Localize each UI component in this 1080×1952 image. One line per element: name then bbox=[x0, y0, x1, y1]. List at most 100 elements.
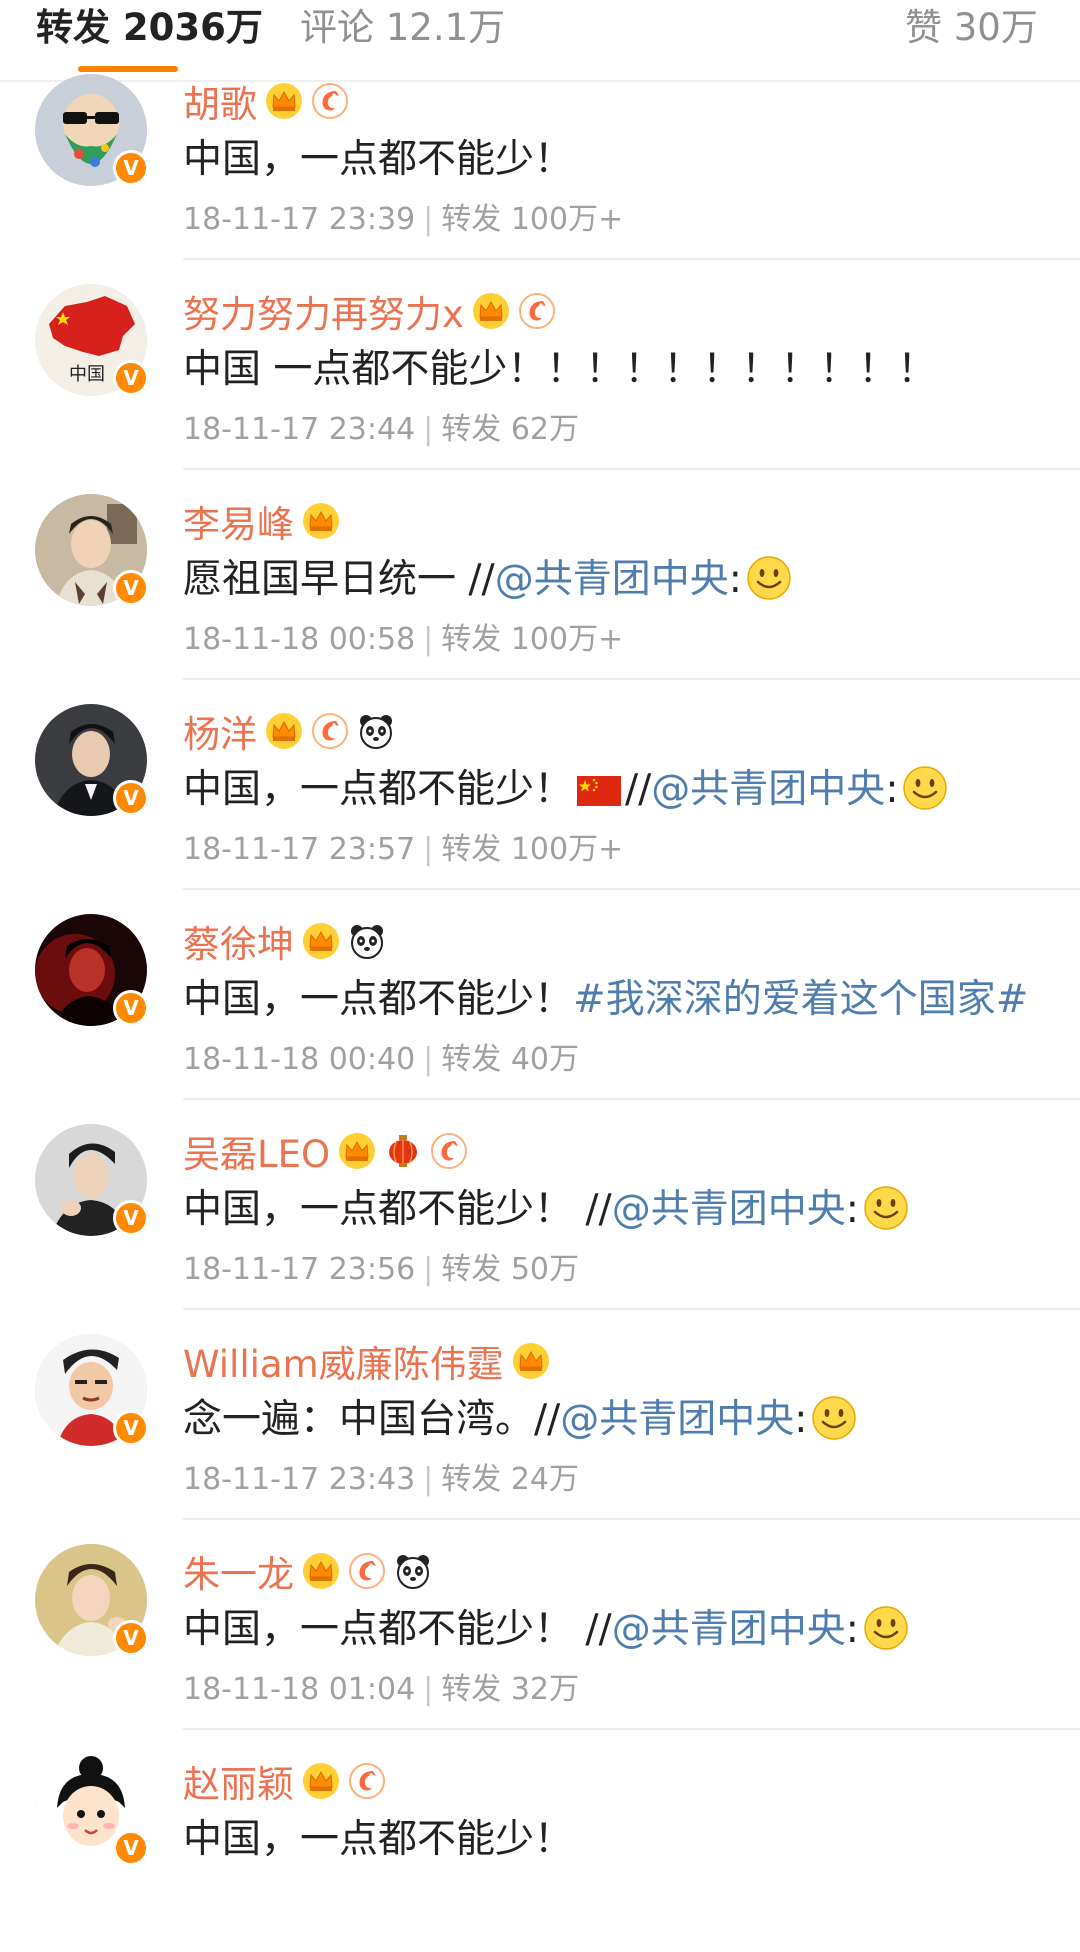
panda-icon bbox=[357, 712, 395, 750]
divider bbox=[183, 468, 1080, 470]
repost-count: 转发 62万 bbox=[441, 412, 579, 447]
panda-icon bbox=[348, 922, 386, 960]
divider bbox=[183, 888, 1080, 890]
repost-count: 转发 40万 bbox=[441, 1042, 579, 1077]
meta-separator: | bbox=[423, 1252, 434, 1287]
repost-date: 18-11-17 23:39 bbox=[183, 202, 416, 237]
meta-separator: | bbox=[423, 622, 434, 657]
crown-icon bbox=[302, 502, 340, 540]
verified-badge-icon: V bbox=[113, 780, 149, 816]
repost-count: 转发 50万 bbox=[441, 1252, 579, 1287]
avatar[interactable]: V bbox=[35, 494, 149, 606]
crown-icon bbox=[472, 292, 510, 330]
repost-text: 中国，一点都不能少！ //@共青团中央: bbox=[183, 1602, 909, 1658]
repost-count: 转发 32万 bbox=[441, 1672, 579, 1707]
list-item[interactable]: V 胡歌 中国，一点都不能少！ 18-11-17 23:39 | 转发 100万+ bbox=[0, 62, 1080, 272]
user-name[interactable]: 李易峰 bbox=[183, 494, 294, 548]
avatar[interactable]: V bbox=[35, 1334, 149, 1446]
mention-link[interactable]: @共青团中央 bbox=[495, 557, 729, 602]
list-item[interactable]: V 蔡徐坤 中国，一点都不能少！#我深深的爱着这个国家# 18-11-18 00… bbox=[0, 902, 1080, 1112]
repost-text: 中国，一点都不能少！#我深深的爱着这个国家# bbox=[183, 977, 1029, 1022]
avatar[interactable]: V bbox=[35, 74, 149, 186]
shrimp-icon bbox=[348, 1552, 386, 1590]
avatar[interactable]: V bbox=[35, 704, 149, 816]
repost-meta: 18-11-17 23:39 | 转发 100万+ bbox=[183, 200, 623, 240]
list-item[interactable]: V 赵丽颖 中国，一点都不能少！ bbox=[0, 1742, 1080, 1952]
verified-badge-icon: V bbox=[113, 1200, 149, 1236]
smile-emoji-icon bbox=[902, 765, 948, 811]
user-name[interactable]: 胡歌 bbox=[183, 74, 257, 128]
repost-text: 中国，一点都不能少！ bbox=[183, 137, 574, 182]
divider bbox=[183, 1308, 1080, 1310]
shrimp-icon bbox=[348, 1762, 386, 1800]
avatar[interactable]: 中国 V bbox=[35, 284, 149, 396]
list-item[interactable]: 中国 V 努力努力再努力x 中国 一点都不能少！！！！！！！！！！！ 18-11… bbox=[0, 272, 1080, 482]
smile-emoji-icon bbox=[811, 1395, 857, 1441]
repost-date: 18-11-17 23:44 bbox=[183, 412, 416, 447]
repost-meta: 18-11-18 01:04 | 转发 32万 bbox=[183, 1670, 579, 1710]
crown-icon bbox=[302, 1762, 340, 1800]
user-name[interactable]: 朱一龙 bbox=[183, 1544, 294, 1598]
china-flag-icon bbox=[577, 776, 621, 806]
lantern-icon bbox=[384, 1132, 422, 1170]
meta-separator: | bbox=[423, 412, 434, 447]
repost-count: 转发 100万+ bbox=[441, 202, 624, 237]
repost-date: 18-11-18 00:58 bbox=[183, 622, 416, 657]
repost-count: 转发 24万 bbox=[441, 1462, 579, 1497]
shrimp-icon bbox=[311, 712, 349, 750]
crown-icon bbox=[302, 1552, 340, 1590]
shrimp-icon bbox=[518, 292, 556, 330]
repost-meta: 18-11-17 23:57 | 转发 100万+ bbox=[183, 830, 623, 870]
repost-meta: 18-11-17 23:56 | 转发 50万 bbox=[183, 1250, 579, 1290]
smile-emoji-icon bbox=[746, 555, 792, 601]
hashtag-link[interactable]: #我深深的爱着这个国家# bbox=[573, 977, 1028, 1022]
user-name[interactable]: 努力努力再努力x bbox=[183, 284, 464, 338]
mention-link[interactable]: @共青团中央 bbox=[612, 1187, 846, 1232]
avatar[interactable]: V bbox=[35, 1544, 149, 1656]
meta-separator: | bbox=[423, 1042, 434, 1077]
user-name[interactable]: 吴磊LEO bbox=[183, 1124, 330, 1178]
verified-badge-icon: V bbox=[113, 150, 149, 186]
repost-date: 18-11-17 23:57 bbox=[183, 832, 416, 867]
repost-meta: 18-11-17 23:44 | 转发 62万 bbox=[183, 410, 579, 450]
divider bbox=[183, 678, 1080, 680]
mention-link[interactable]: @共青团中央 bbox=[651, 767, 885, 812]
repost-count: 转发 100万+ bbox=[441, 832, 624, 867]
repost-meta: 18-11-18 00:40 | 转发 40万 bbox=[183, 1040, 579, 1080]
repost-date: 18-11-17 23:43 bbox=[183, 1462, 416, 1497]
user-name[interactable]: 蔡徐坤 bbox=[183, 914, 294, 968]
mention-link[interactable]: @共青团中央 bbox=[560, 1397, 794, 1442]
crown-icon bbox=[338, 1132, 376, 1170]
crown-icon bbox=[302, 922, 340, 960]
repost-meta: 18-11-18 00:58 | 转发 100万+ bbox=[183, 620, 623, 660]
list-item[interactable]: V William威廉陈伟霆 念一遍：中国台湾。//@共青团中央: 18-11-… bbox=[0, 1322, 1080, 1532]
verified-badge-icon: V bbox=[113, 990, 149, 1026]
list-item[interactable]: V 杨洋 中国，一点都不能少！//@共青团中央: 18-11-17 23:57 |… bbox=[0, 692, 1080, 902]
user-name[interactable]: 杨洋 bbox=[183, 704, 257, 758]
list-item[interactable]: V 吴磊LEO 中国，一点都不能少！ //@共青团中央: 18-11-17 23… bbox=[0, 1112, 1080, 1322]
avatar[interactable]: V bbox=[35, 1124, 149, 1236]
meta-separator: | bbox=[423, 1672, 434, 1707]
repost-meta: 18-11-17 23:43 | 转发 24万 bbox=[183, 1460, 579, 1500]
verified-badge-icon: V bbox=[113, 1410, 149, 1446]
meta-separator: | bbox=[423, 202, 434, 237]
repost-text: 中国，一点都不能少！ //@共青团中央: bbox=[183, 1182, 909, 1238]
user-name[interactable]: William威廉陈伟霆 bbox=[183, 1334, 504, 1388]
repost-text: 愿祖国早日统一 //@共青团中央: bbox=[183, 552, 792, 608]
repost-text: 中国，一点都不能少！ bbox=[183, 1817, 574, 1862]
crown-icon bbox=[265, 712, 303, 750]
divider bbox=[183, 1518, 1080, 1520]
verified-badge-icon: V bbox=[113, 1830, 149, 1866]
list-item[interactable]: V 李易峰 愿祖国早日统一 //@共青团中央: 18-11-18 00:58 | 转… bbox=[0, 482, 1080, 692]
list-item[interactable]: V 朱一龙 中国，一点都不能少！ //@共青团中央: 18-11-18 01:0… bbox=[0, 1532, 1080, 1742]
smile-emoji-icon bbox=[863, 1185, 909, 1231]
user-name[interactable]: 赵丽颖 bbox=[183, 1754, 294, 1808]
avatar[interactable]: V bbox=[35, 1754, 149, 1866]
svg-text:中国: 中国 bbox=[69, 364, 105, 385]
verified-badge-icon: V bbox=[113, 1620, 149, 1656]
mention-link[interactable]: @共青团中央 bbox=[612, 1607, 846, 1652]
avatar[interactable]: V bbox=[35, 914, 149, 1026]
verified-badge-icon: V bbox=[113, 570, 149, 606]
divider bbox=[183, 1098, 1080, 1100]
repost-date: 18-11-18 00:40 bbox=[183, 1042, 416, 1077]
